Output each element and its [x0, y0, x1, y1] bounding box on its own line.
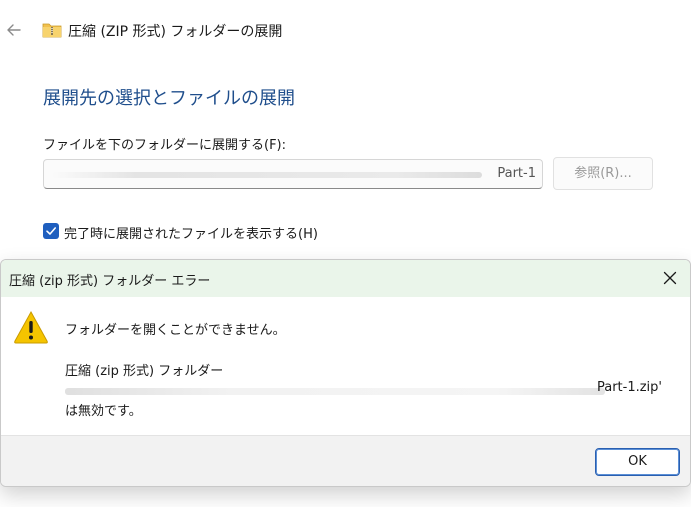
wizard-title: 圧縮 (ZIP 形式) フォルダーの展開	[68, 24, 283, 40]
destination-label: ファイルを下のフォルダーに展開する(F):	[43, 138, 287, 153]
page-heading: 展開先の選択とファイルの展開	[43, 88, 295, 109]
checkmark-icon	[46, 227, 56, 235]
invalid-text: は無効です。	[65, 404, 142, 419]
dialog-titlebar: 圧縮 (zip 形式) フォルダー エラー	[1, 260, 690, 297]
warning-icon	[13, 310, 49, 344]
zip-folder-icon	[42, 22, 62, 38]
redacted-zip-path	[65, 388, 605, 395]
ok-button[interactable]: OK	[595, 448, 680, 476]
zip-path-value: Part-1.zip'	[596, 380, 662, 395]
error-sub-message: 圧縮 (zip 形式) フォルダー	[65, 364, 224, 379]
arrow-left-icon[interactable]	[4, 20, 24, 40]
path-value: Part-1	[497, 166, 536, 181]
show-files-checkbox[interactable]	[43, 223, 59, 239]
close-icon	[663, 271, 677, 285]
destination-path-input[interactable]: Part-1	[43, 159, 543, 189]
show-files-label[interactable]: 完了時に展開されたファイルを表示する(H)	[64, 223, 318, 242]
error-message: フォルダーを開くことができません。	[65, 323, 286, 338]
browse-button[interactable]: 参照(R)...	[553, 157, 653, 190]
error-dialog: 圧縮 (zip 形式) フォルダー エラー フォルダーを開くことができません。 …	[0, 259, 691, 487]
dialog-footer: OK	[1, 435, 690, 486]
close-button[interactable]	[650, 260, 690, 297]
dialog-body: フォルダーを開くことができません。 圧縮 (zip 形式) フォルダー Part…	[1, 297, 690, 435]
dialog-title: 圧縮 (zip 形式) フォルダー エラー	[9, 274, 211, 289]
redacted-path	[52, 172, 482, 178]
